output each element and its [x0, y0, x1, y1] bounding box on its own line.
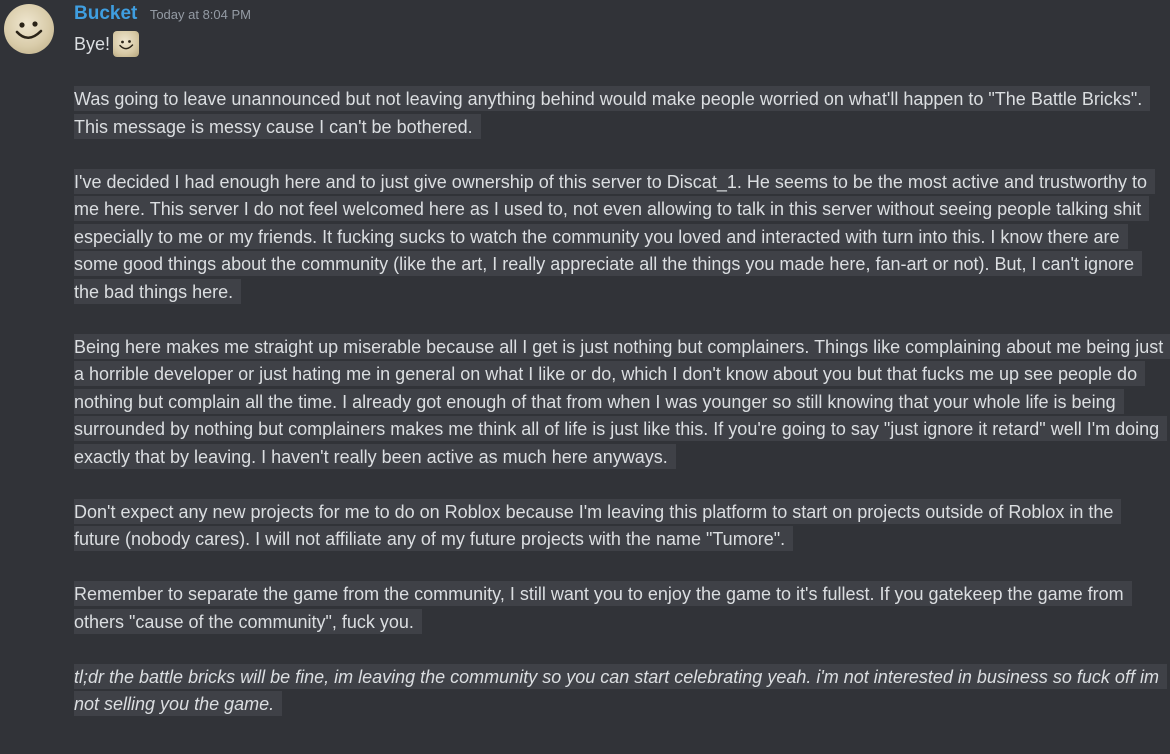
timestamp[interactable]: Today at 8:04 PM [150, 7, 251, 22]
paragraph-3: Being here makes me straight up miserabl… [74, 333, 1170, 472]
paragraph-text: Being here makes me straight up miserabl… [74, 333, 1170, 469]
greeting-text: Bye! [74, 34, 111, 54]
paragraph-1: Was going to leave unannounced but not l… [74, 86, 1164, 141]
smiley-emoji-icon[interactable] [113, 31, 140, 57]
chat-message: Bucket Today at 8:04 PM Bye! Was going t… [0, 0, 1170, 754]
paragraph-text: Remember to separate the game from the c… [74, 581, 1132, 634]
message-content: Bye! Was going to leave unannounced but … [74, 31, 1170, 719]
paragraph-tldr: tl;dr the battle bricks will be fine, im… [74, 663, 1167, 719]
username[interactable]: Bucket [74, 3, 137, 24]
paragraph-2: I've decided I had enough here and to ju… [74, 168, 1164, 307]
smiley-face-icon [15, 21, 43, 40]
message-header: Bucket Today at 8:04 PM [74, 3, 251, 27]
greeting-line: Bye! [74, 31, 1164, 59]
paragraph-text: Don't expect any new projects for me to … [74, 498, 1122, 551]
paragraph-text: Was going to leave unannounced but not l… [74, 86, 1151, 139]
tldr-text: tl;dr the battle bricks will be fine, im… [74, 663, 1167, 716]
paragraph-5: Remember to separate the game from the c… [74, 581, 1164, 636]
paragraph-text: I've decided I had enough here and to ju… [74, 168, 1156, 304]
avatar[interactable] [4, 4, 54, 54]
paragraph-4: Don't expect any new projects for me to … [74, 498, 1164, 554]
